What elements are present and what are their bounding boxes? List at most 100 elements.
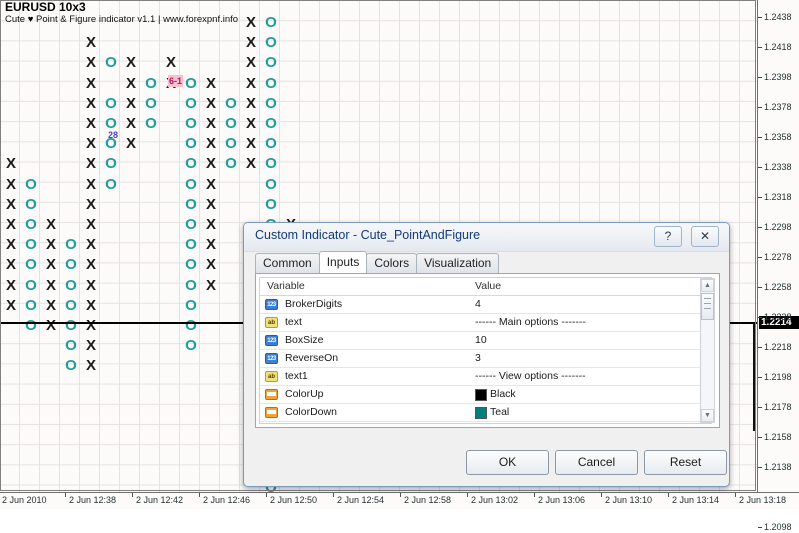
variable-value[interactable]: 3 bbox=[475, 352, 481, 364]
variable-value[interactable]: Black bbox=[490, 388, 516, 400]
pnf-x-mark: X bbox=[85, 175, 96, 193]
pnf-x-mark: X bbox=[45, 256, 56, 274]
chart-header: EURUSD 10x3 Cute ♥ Point & Figure indica… bbox=[5, 1, 238, 26]
inputs-table[interactable]: Variable Value 123 BrokerDigits 4 ab text ---… bbox=[259, 277, 712, 424]
table-row[interactable]: 123 ReverseOn 3 bbox=[260, 350, 711, 368]
help-button[interactable]: ? bbox=[654, 226, 682, 247]
tab-visualization[interactable]: Visualization bbox=[416, 253, 500, 273]
table-row[interactable]: ╱X_O_viewtrue bbox=[260, 422, 711, 423]
pnf-o-mark: O bbox=[145, 94, 157, 112]
string-icon: ab bbox=[265, 371, 278, 382]
color-icon bbox=[265, 389, 278, 400]
variable-value[interactable]: ------ Main options ------- bbox=[475, 316, 586, 328]
pnf-x-mark: X bbox=[85, 357, 96, 375]
time-tick-mark bbox=[400, 493, 401, 497]
pnf-o-mark: O bbox=[25, 256, 37, 274]
pnf-x-mark: X bbox=[5, 175, 16, 193]
pnf-o-mark: O bbox=[65, 357, 77, 375]
chart-subtitle-label: Cute ♥ Point & Figure indicator v1.1 | w… bbox=[5, 14, 238, 26]
pnf-o-mark: O bbox=[145, 74, 157, 92]
pnf-x-mark: X bbox=[205, 115, 216, 132]
variable-value[interactable]: 4 bbox=[475, 298, 481, 310]
chart-right-marker bbox=[753, 323, 756, 431]
variable-name: BrokerDigits bbox=[285, 298, 343, 310]
price-tick-label: 1.2318 bbox=[764, 191, 792, 202]
pnf-x-mark: X bbox=[85, 256, 96, 274]
pnf-o-mark: O bbox=[185, 296, 197, 314]
variable-value[interactable]: Teal bbox=[490, 406, 509, 418]
pnf-o-mark: O bbox=[105, 54, 117, 72]
pnf-o-mark: O bbox=[265, 135, 277, 153]
scrollbar-thumb[interactable] bbox=[701, 293, 714, 320]
pnf-x-mark: X bbox=[85, 115, 96, 132]
pnf-o-mark: O bbox=[25, 276, 37, 294]
table-row[interactable]: ab text1 ------ View options ------- bbox=[260, 368, 711, 386]
tab-inputs[interactable]: Inputs bbox=[318, 251, 368, 273]
pnf-month-label: 6-1 bbox=[168, 75, 184, 87]
pnf-x-mark: X bbox=[85, 155, 96, 173]
pnf-x-mark: X bbox=[5, 155, 16, 173]
pnf-x-mark: X bbox=[125, 54, 136, 72]
pnf-o-mark: O bbox=[185, 337, 197, 355]
reset-button[interactable]: Reset bbox=[644, 450, 727, 475]
tab-common[interactable]: Common bbox=[255, 253, 320, 273]
string-icon: ab bbox=[265, 317, 278, 328]
table-row[interactable]: ab text ------ Main options ------- bbox=[260, 314, 711, 332]
price-tick-label: 1.2298 bbox=[764, 221, 792, 232]
time-tick-label: 2 Jun 12:58 bbox=[404, 495, 452, 505]
price-axis[interactable]: 1.2214 1.2438 1.2418 1.2398 1.2378 1.2358 1.2… bbox=[757, 0, 799, 532]
table-row[interactable]: ColorDown Teal bbox=[260, 404, 711, 422]
price-tick: 1.2318 bbox=[758, 191, 799, 203]
tab-colors[interactable]: Colors bbox=[366, 253, 418, 273]
pnf-x-mark: X bbox=[245, 115, 256, 132]
price-tick-label: 1.2178 bbox=[764, 401, 792, 412]
pnf-o-mark: O bbox=[65, 256, 77, 274]
custom-indicator-dialog[interactable]: Custom Indicator - Cute_PointAndFigure ?… bbox=[243, 222, 730, 487]
inputs-panel: Variable Value 123 BrokerDigits 4 ab text ---… bbox=[255, 273, 720, 428]
pnf-x-mark: X bbox=[125, 135, 136, 153]
price-tick: 1.2378 bbox=[758, 101, 799, 113]
pnf-o-mark: O bbox=[225, 94, 237, 112]
pnf-x-mark: X bbox=[45, 296, 56, 314]
pnf-o-mark: O bbox=[185, 94, 197, 112]
ok-button[interactable]: OK bbox=[466, 450, 549, 475]
pnf-o-mark: O bbox=[225, 115, 237, 132]
dialog-tabs[interactable]: Common Inputs Colors Visualization bbox=[255, 251, 500, 274]
table-row[interactable]: ColorUp Black bbox=[260, 386, 711, 404]
variable-name: text1 bbox=[285, 370, 308, 382]
pnf-o-mark: O bbox=[25, 175, 37, 193]
pnf-o-mark: O bbox=[225, 155, 237, 173]
pnf-x-mark: X bbox=[45, 216, 56, 233]
table-row[interactable]: 123 BrokerDigits 4 bbox=[260, 296, 711, 314]
color-icon bbox=[265, 407, 278, 418]
cancel-button[interactable]: Cancel bbox=[555, 450, 638, 475]
pnf-o-mark: O bbox=[185, 135, 197, 153]
scroll-down-arrow-icon[interactable]: ▼ bbox=[701, 409, 714, 422]
pnf-x-mark: X bbox=[85, 195, 96, 213]
pnf-x-mark: X bbox=[85, 54, 96, 72]
pnf-x-mark: X bbox=[205, 256, 216, 274]
pnf-x-mark: X bbox=[85, 216, 96, 233]
variable-value[interactable]: ------ View options ------- bbox=[475, 370, 586, 382]
close-button[interactable]: ✕ bbox=[691, 226, 719, 247]
pnf-x-mark: X bbox=[5, 296, 16, 314]
pnf-o-mark: O bbox=[265, 155, 277, 173]
int-icon: 123 bbox=[265, 299, 278, 310]
pnf-x-mark: X bbox=[85, 337, 96, 355]
mt4-chart-window: XXXXXXXXOOOOOOOOXXXXXXOOOOOOOXXXXXXXXXXX… bbox=[0, 0, 799, 532]
dialog-titlebar[interactable]: Custom Indicator - Cute_PointAndFigure ?… bbox=[244, 223, 729, 252]
chart-symbol-label: EURUSD 10x3 bbox=[5, 0, 86, 14]
variable-name: ColorUp bbox=[285, 388, 324, 400]
table-row[interactable]: 123 BoxSize 10 bbox=[260, 332, 711, 350]
scroll-up-arrow-icon[interactable]: ▲ bbox=[701, 279, 714, 292]
price-tick: 1.2298 bbox=[758, 221, 799, 233]
time-axis[interactable]: 2 Jun 2010 2 Jun 12:38 2 Jun 12:42 2 Jun 12… bbox=[0, 492, 799, 509]
price-tick-label: 1.2398 bbox=[764, 71, 792, 82]
price-tick-label: 1.2098 bbox=[764, 521, 792, 532]
pnf-x-mark: X bbox=[245, 74, 256, 92]
time-tick-mark bbox=[668, 493, 669, 497]
variable-value[interactable]: 10 bbox=[475, 334, 487, 346]
price-tick-label: 1.2138 bbox=[764, 461, 792, 472]
pnf-x-mark: X bbox=[45, 236, 56, 254]
inputs-scrollbar[interactable]: ▲ ▼ bbox=[700, 278, 715, 423]
